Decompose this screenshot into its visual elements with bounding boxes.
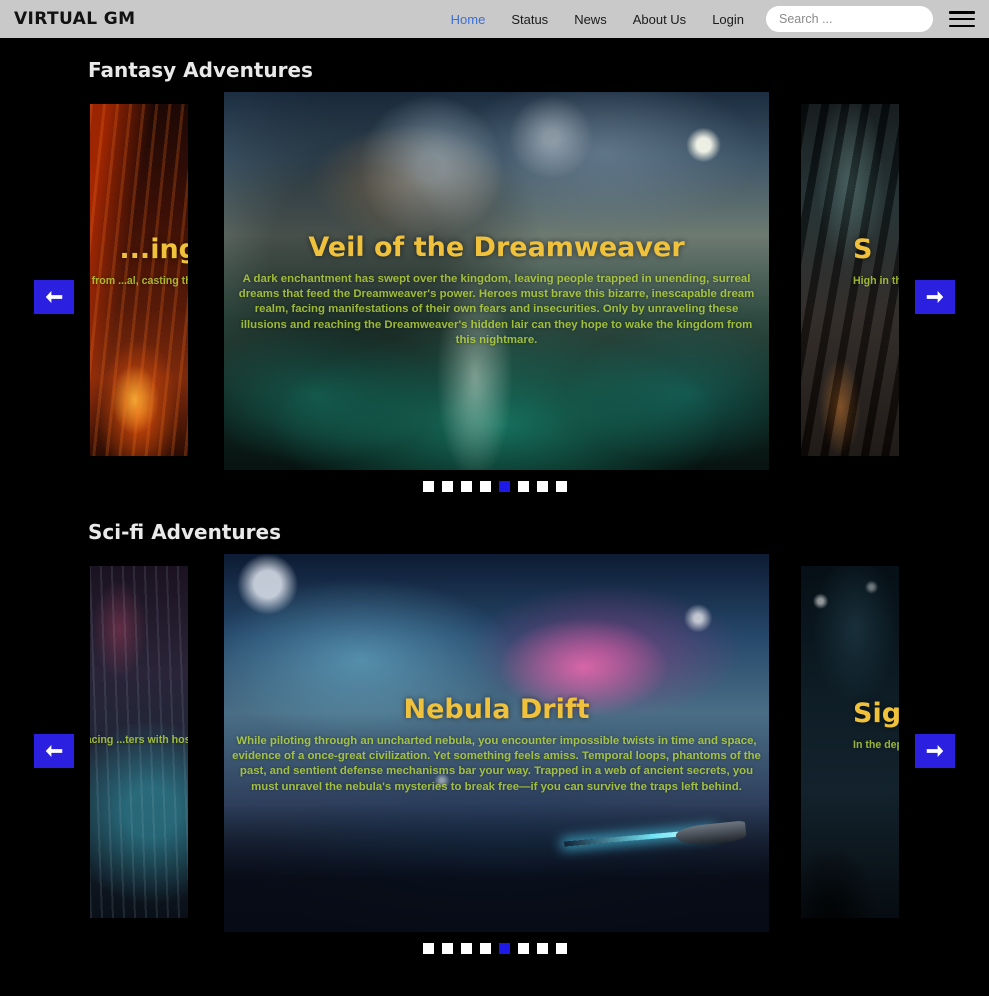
nav-link-status[interactable]: Status bbox=[511, 12, 548, 27]
arrow-left-icon bbox=[45, 745, 63, 757]
carousel-side-card-left[interactable]: ...sked with tracing ...ters with hostil… bbox=[90, 566, 188, 918]
carousel-dot-6[interactable] bbox=[517, 943, 529, 954]
section-title-fantasy: Fantasy Adventures bbox=[88, 58, 313, 82]
carousel-next-button-fantasy[interactable] bbox=[915, 280, 955, 314]
carousel-main-card[interactable]: Veil of the Dreamweaver A dark enchantme… bbox=[224, 92, 769, 470]
nav-link-login[interactable]: Login bbox=[712, 12, 744, 27]
carousel-dot-4[interactable] bbox=[479, 481, 491, 492]
carousel-dot-1[interactable] bbox=[422, 943, 434, 954]
carousel-dot-5[interactable] bbox=[498, 943, 510, 954]
carousel-fantasy: ...ing ...ne and rises from ...al, casti… bbox=[0, 92, 989, 470]
hamburger-bar bbox=[949, 11, 975, 14]
carousel-dots-fantasy bbox=[0, 470, 989, 492]
hamburger-bar bbox=[949, 17, 975, 21]
arrow-right-icon bbox=[926, 291, 944, 303]
site-logo[interactable]: VIRTUAL GM bbox=[14, 9, 135, 29]
carousel-dot-7[interactable] bbox=[536, 481, 548, 492]
carousel-side-card-right[interactable]: S High in the myst... fallen into dan...… bbox=[801, 104, 899, 456]
carousel-side-card-right[interactable]: Sig In the depths of ... ways that defy … bbox=[801, 566, 899, 918]
carousel-dot-7[interactable] bbox=[536, 943, 548, 954]
carousel-scifi: ...sked with tracing ...ters with hostil… bbox=[0, 554, 989, 932]
carousel-dots-scifi bbox=[0, 932, 989, 954]
main-navigation: Home Status News About Us Login bbox=[451, 12, 744, 27]
carousel-main-card[interactable]: Nebula Drift While piloting through an u… bbox=[224, 554, 769, 932]
card-artwork bbox=[801, 104, 899, 456]
nav-link-home[interactable]: Home bbox=[451, 12, 486, 27]
section-title-scifi: Sci-fi Adventures bbox=[88, 520, 281, 544]
arrow-right-icon bbox=[926, 745, 944, 757]
carousel-dot-6[interactable] bbox=[517, 481, 529, 492]
card-artwork bbox=[801, 566, 899, 918]
carousel-dot-8[interactable] bbox=[555, 481, 567, 492]
nav-link-about-us[interactable]: About Us bbox=[633, 12, 686, 27]
nav-link-news[interactable]: News bbox=[574, 12, 607, 27]
carousel-prev-button-fantasy[interactable] bbox=[34, 280, 74, 314]
arrow-left-icon bbox=[45, 291, 63, 303]
carousel-dot-5[interactable] bbox=[498, 481, 510, 492]
carousel-dot-3[interactable] bbox=[460, 943, 472, 954]
hamburger-bar bbox=[949, 24, 975, 27]
carousel-dot-2[interactable] bbox=[441, 481, 453, 492]
carousel-next-button-scifi[interactable] bbox=[915, 734, 955, 768]
card-artwork bbox=[224, 554, 769, 932]
carousel-side-card-left[interactable]: ...ing ...ne and rises from ...al, casti… bbox=[90, 104, 188, 456]
card-artwork bbox=[90, 566, 188, 918]
top-navbar: VIRTUAL GM Home Status News About Us Log… bbox=[0, 0, 989, 38]
hamburger-menu-icon[interactable] bbox=[949, 9, 975, 29]
search-input[interactable] bbox=[766, 6, 933, 32]
carousel-dot-3[interactable] bbox=[460, 481, 472, 492]
carousel-dot-4[interactable] bbox=[479, 943, 491, 954]
card-artwork bbox=[90, 104, 188, 456]
section-fantasy-adventures: Fantasy Adventures ...ing ...ne and rise… bbox=[0, 38, 989, 492]
section-scifi-adventures: Sci-fi Adventures ...sked with tracing .… bbox=[0, 492, 989, 954]
carousel-dot-2[interactable] bbox=[441, 943, 453, 954]
carousel-dot-8[interactable] bbox=[555, 943, 567, 954]
carousel-dot-1[interactable] bbox=[422, 481, 434, 492]
card-artwork bbox=[224, 92, 769, 470]
carousel-prev-button-scifi[interactable] bbox=[34, 734, 74, 768]
